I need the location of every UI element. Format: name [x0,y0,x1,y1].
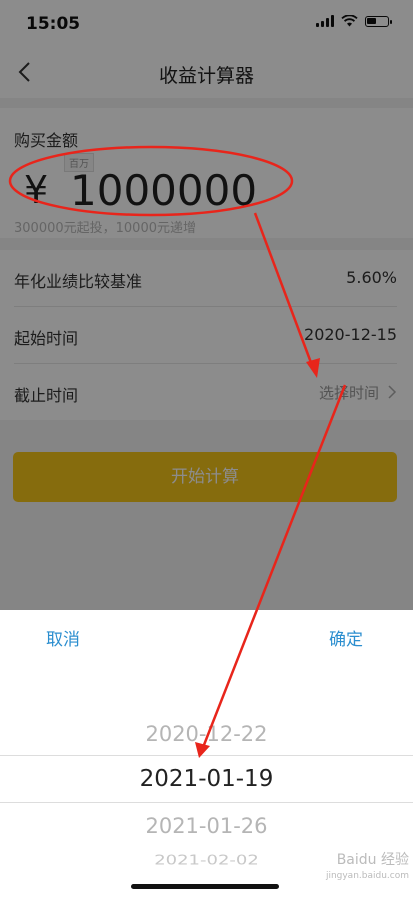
cancel-button[interactable]: 取消 [46,625,80,650]
picker-option[interactable]: 2020-12-22 [0,722,413,746]
watermark: Baidu 经验 jingyan.baidu.com [326,852,409,884]
modal-overlay[interactable] [0,0,413,610]
picker-option[interactable]: 2021-01-26 [0,814,413,838]
watermark-url: jingyan.baidu.com [325,871,409,881]
picker-option-selected[interactable]: 2021-01-19 [0,766,413,792]
home-indicator [131,884,279,889]
confirm-button[interactable]: 确定 [329,625,363,650]
picker-toolbar: 取消 确定 [0,610,413,660]
watermark-logo: Baidu 经验 [336,852,409,868]
